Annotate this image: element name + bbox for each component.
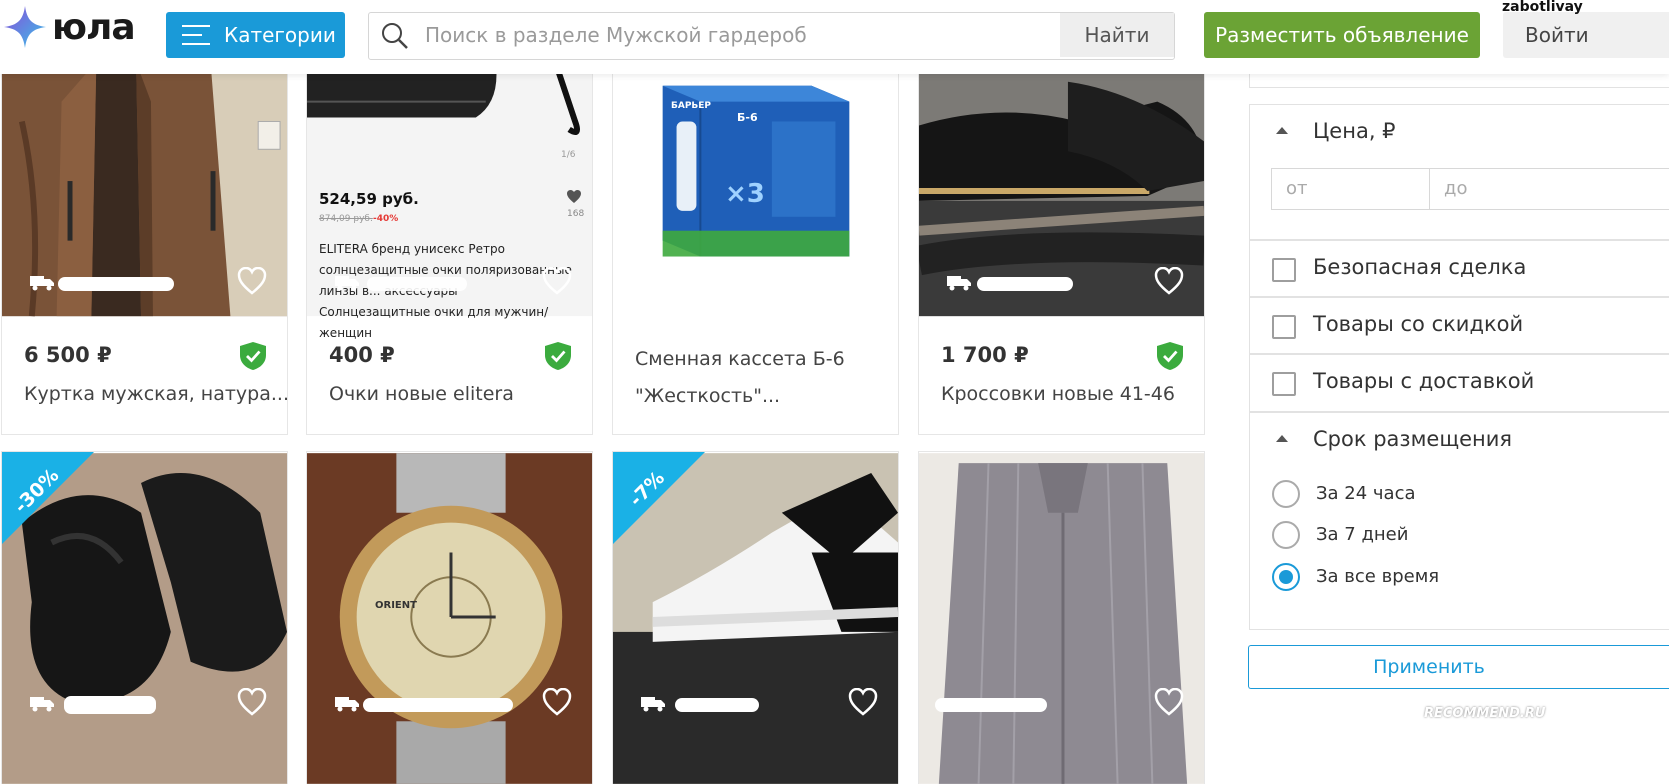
watch-brand: ORIENT — [375, 600, 417, 611]
delivery-truck-icon — [335, 697, 359, 712]
listing-card[interactable]: БАРЬЕР Б-6 ×3 Сменная кассета Б-6 "Жестк… — [612, 60, 899, 435]
favorite-heart-icon[interactable] — [237, 688, 267, 716]
listing-title: Сменная кассета Б-6 "Жесткость"... — [635, 348, 845, 407]
period-label-24h: За 24 часа — [1316, 483, 1416, 504]
listing-card[interactable]: -30% — [1, 451, 288, 784]
categories-label: Категории — [224, 23, 336, 47]
redacted-location — [977, 277, 1073, 291]
listing-card[interactable]: 6 500 ₽ Куртка мужская, натура... — [1, 60, 288, 435]
delivery-truck-icon — [947, 276, 971, 291]
verified-shield-icon — [240, 342, 266, 370]
redacted-location — [58, 277, 174, 291]
redacted-location — [935, 698, 1047, 712]
box-brand: БАРЬЕР — [671, 101, 712, 111]
period-radio-24h[interactable] — [1272, 480, 1300, 508]
filter-discount[interactable]: Товары со скидкой — [1249, 297, 1669, 354]
listing-photo — [307, 453, 592, 784]
promo-heart-icon — [567, 190, 581, 203]
favorite-heart-icon[interactable] — [542, 267, 572, 295]
listing-photo — [919, 453, 1204, 784]
filter-delivery[interactable]: Товары с доставкой — [1249, 354, 1669, 412]
delivery-truck-icon — [30, 276, 54, 291]
verified-shield-icon — [545, 342, 571, 370]
header: юла Категории Поиск в разделе Мужской га… — [0, 0, 1669, 74]
filter-sidebar: Цена, ₽ от до Безопасная сделка Товары с… — [1248, 64, 1669, 784]
listing-price: 400 ₽ — [329, 343, 395, 367]
apply-button[interactable]: Применить — [1248, 645, 1669, 689]
find-button[interactable]: Найти — [1060, 13, 1174, 57]
redacted-location — [363, 698, 513, 712]
safe-deal-checkbox[interactable] — [1272, 258, 1296, 282]
post-ad-button[interactable]: Разместить объявление — [1204, 12, 1480, 58]
listing-card[interactable]: 1 700 ₽ Кроссовки новые 41-46 — [918, 60, 1205, 435]
period-filter-title: Срок размещения — [1313, 427, 1513, 451]
login-button[interactable]: Войти — [1503, 12, 1669, 58]
search-icon — [382, 23, 408, 49]
redacted-location — [64, 696, 156, 714]
search-input[interactable]: Поиск в разделе Мужской гардероб — [425, 13, 1055, 57]
listing-price: 1 700 ₽ — [941, 343, 1029, 367]
logo[interactable]: юла — [2, 4, 136, 50]
price-to-input[interactable]: до — [1429, 168, 1669, 210]
box-label: Б-6 — [737, 111, 758, 124]
listing-title: Куртка мужская, натура... — [24, 383, 288, 405]
delivery-label: Товары с доставкой — [1313, 369, 1535, 393]
promo-old-price: 874,09 руб. — [319, 214, 373, 224]
promo-likes: 168 — [567, 209, 585, 219]
favorite-heart-icon[interactable] — [1154, 267, 1184, 295]
price-filter-title: Цена, ₽ — [1313, 119, 1396, 143]
period-label-7d: За 7 дней — [1316, 524, 1409, 545]
delivery-checkbox[interactable] — [1272, 372, 1296, 396]
logo-text: юла — [52, 6, 136, 48]
favorite-heart-icon[interactable] — [1154, 688, 1184, 716]
favorite-heart-icon[interactable] — [237, 267, 267, 295]
price-from-input[interactable]: от — [1271, 168, 1430, 210]
period-radio-all[interactable] — [1272, 563, 1300, 591]
search-bar: Поиск в разделе Мужской гардероб Найти — [368, 12, 1175, 60]
discount-checkbox[interactable] — [1272, 315, 1296, 339]
username-watermark: zabotlivay — [1502, 0, 1583, 15]
period-label-all: За все время — [1316, 566, 1440, 587]
site-watermark: RECOMMEND.RU — [1424, 706, 1546, 721]
listing-card[interactable]: -7% — [612, 451, 899, 784]
delivery-truck-icon — [641, 697, 665, 712]
listing-price: 6 500 ₽ — [24, 343, 112, 367]
collapse-caret-icon[interactable] — [1276, 435, 1288, 442]
listing-title: Кроссовки новые 41-46 — [941, 383, 1175, 405]
listing-card[interactable]: ORIENT — [306, 451, 593, 784]
filter-safe-deal[interactable]: Безопасная сделка — [1249, 240, 1669, 297]
favorite-heart-icon[interactable] — [542, 688, 572, 716]
delivery-truck-icon — [335, 276, 359, 291]
listing-title: Очки новые elitera — [329, 383, 514, 405]
redacted-location — [675, 698, 759, 712]
collapse-caret-icon[interactable] — [1276, 127, 1288, 134]
listing-card[interactable]: 1/6 524,59 руб. 874,09 руб. -40% 168 ELI… — [306, 60, 593, 435]
price-filter: Цена, ₽ от до — [1249, 104, 1669, 240]
listing-card[interactable] — [918, 451, 1205, 784]
delivery-truck-icon — [30, 697, 54, 712]
promo-price: 524,59 руб. — [319, 190, 419, 208]
discount-label: Товары со скидкой — [1313, 312, 1524, 336]
verified-shield-icon — [1157, 342, 1183, 370]
safe-deal-label: Безопасная сделка — [1313, 255, 1527, 279]
redacted-location — [367, 277, 467, 291]
menu-icon — [182, 25, 210, 45]
image-page-indicator: 1/6 — [561, 150, 576, 160]
categories-button[interactable]: Категории — [166, 12, 345, 58]
box-count: ×3 — [725, 179, 765, 209]
period-radio-7d[interactable] — [1272, 521, 1300, 549]
logo-star-icon — [4, 6, 46, 48]
period-filter: Срок размещения За 24 часа За 7 дней За … — [1249, 412, 1669, 630]
promo-discount: -40% — [373, 214, 399, 224]
favorite-heart-icon[interactable] — [848, 688, 878, 716]
